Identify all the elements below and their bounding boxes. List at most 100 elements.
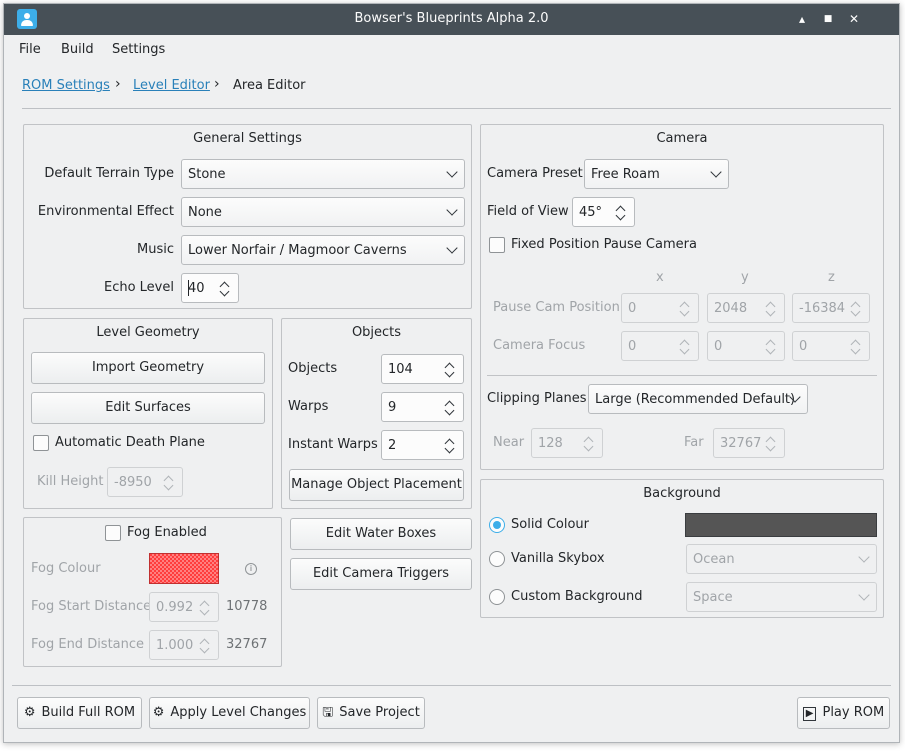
pause-cam-z-spinbox[interactable]: -16384	[792, 293, 870, 323]
custom-background-label: Custom Background	[511, 589, 643, 604]
custom-background-radio[interactable]	[489, 589, 505, 605]
far-spinbox[interactable]: 32767	[713, 428, 785, 458]
far-value: 32767	[720, 436, 762, 451]
warps-spinbox[interactable]: 9	[381, 392, 464, 422]
close-button[interactable]: ✕	[845, 10, 863, 28]
camera-focus-z-spinbox[interactable]: 0	[792, 331, 870, 361]
edit-surfaces-button[interactable]: Edit Surfaces	[31, 392, 265, 424]
environmental-effect-select[interactable]: None	[181, 197, 465, 227]
apply-level-changes-label: Apply Level Changes	[170, 705, 307, 720]
spin-down-icon[interactable]	[219, 286, 230, 297]
vanilla-skybox-select[interactable]: Ocean	[686, 544, 877, 574]
solid-colour-swatch[interactable]	[685, 513, 877, 537]
field-of-view-spinbox[interactable]: 45°	[572, 197, 635, 227]
breadcrumb: ROM Settings › Level Editor › Area Edito…	[4, 70, 899, 100]
general-settings-group: General Settings Default Terrain Type St…	[23, 124, 472, 309]
terrain-type-value: Stone	[188, 167, 226, 182]
objects-count-spinbox[interactable]: 104	[381, 354, 464, 384]
vanilla-skybox-label: Vanilla Skybox	[511, 551, 605, 566]
vanilla-skybox-radio[interactable]	[489, 551, 505, 567]
instant-warps-spinbox[interactable]: 2	[381, 430, 464, 460]
minimize-button[interactable]: ▴	[793, 10, 811, 28]
menu-settings[interactable]: Settings	[112, 42, 165, 57]
spin-down-icon[interactable]	[850, 306, 861, 317]
spin-down-icon[interactable]	[615, 210, 626, 221]
terrain-type-select[interactable]: Stone	[181, 159, 465, 189]
chevron-down-icon	[446, 166, 458, 178]
spin-down-icon[interactable]	[583, 441, 594, 452]
edit-camera-triggers-button[interactable]: Edit Camera Triggers	[290, 558, 472, 590]
spin-down-icon[interactable]	[765, 306, 776, 317]
spin-down-icon[interactable]	[850, 344, 861, 355]
music-select[interactable]: Lower Norfair / Magmoor Caverns	[181, 235, 465, 265]
breadcrumb-level-editor[interactable]: Level Editor	[133, 78, 210, 93]
breadcrumb-divider	[22, 108, 891, 109]
death-plane-label: Automatic Death Plane	[55, 435, 205, 450]
fog-start-spinbox[interactable]: 0.992	[149, 592, 219, 622]
kill-height-spinbox[interactable]: -8950	[107, 467, 183, 497]
column-header-y: y	[741, 270, 749, 285]
fog-end-label: Fog End Distance	[31, 637, 145, 652]
edit-water-boxes-button[interactable]: Edit Water Boxes	[290, 518, 472, 550]
app-window: Bowser's Blueprints Alpha 2.0 ▴ ■ ✕ File…	[3, 3, 900, 743]
pause-cam-x-spinbox[interactable]: 0	[621, 293, 699, 323]
breadcrumb-rom-settings[interactable]: ROM Settings	[22, 78, 110, 93]
column-header-z: z	[828, 270, 835, 285]
spin-down-icon[interactable]	[163, 480, 174, 491]
manage-object-placement-button[interactable]: Manage Object Placement	[289, 469, 464, 501]
fog-enabled-label: Fog Enabled	[127, 525, 207, 540]
warps-label: Warps	[288, 399, 329, 414]
near-spinbox[interactable]: 128	[531, 428, 603, 458]
menu-bar: File Build Settings	[4, 35, 899, 65]
fog-start-label: Fog Start Distance	[31, 599, 152, 614]
fog-group: Fog Enabled Fog Colour i Fog Start Dista…	[23, 517, 282, 667]
save-project-button[interactable]: 🖫 Save Project	[317, 697, 425, 729]
objects-title: Objects	[351, 325, 402, 340]
pause-cam-y-spinbox[interactable]: 2048	[707, 293, 785, 323]
clipping-planes-label: Clipping Planes	[487, 391, 587, 406]
spin-down-icon[interactable]	[444, 405, 455, 416]
solid-colour-label: Solid Colour	[511, 517, 589, 532]
kill-height-value: -8950	[114, 475, 152, 490]
chevron-down-icon	[710, 166, 722, 178]
camera-focus-x-spinbox[interactable]: 0	[621, 331, 699, 361]
gear-icon: ⚙	[152, 705, 165, 720]
death-plane-checkbox[interactable]	[33, 435, 49, 451]
pause-cam-x-value: 0	[628, 301, 637, 316]
play-icon: ▶	[802, 707, 817, 721]
field-of-view-value: 45°	[579, 205, 603, 220]
spin-down-icon[interactable]	[444, 443, 455, 454]
fog-end-spinbox[interactable]: 1.000	[149, 630, 219, 660]
fixed-pause-camera-checkbox[interactable]	[489, 237, 505, 253]
menu-file[interactable]: File	[19, 42, 41, 57]
spin-down-icon[interactable]	[679, 344, 690, 355]
solid-colour-radio[interactable]	[489, 517, 505, 533]
spin-down-icon[interactable]	[679, 306, 690, 317]
spin-down-icon[interactable]	[765, 344, 776, 355]
maximize-button[interactable]: ■	[819, 10, 837, 28]
camera-focus-y-value: 0	[714, 339, 723, 354]
clipping-planes-select[interactable]: Large (Recommended Default)	[588, 384, 808, 414]
chevron-down-icon	[858, 551, 870, 563]
import-geometry-button[interactable]: Import Geometry	[31, 352, 265, 384]
play-rom-button[interactable]: ▶ Play ROM	[797, 697, 890, 729]
column-header-x: x	[656, 270, 664, 285]
build-full-rom-button[interactable]: ⚙ Build Full ROM	[17, 697, 142, 729]
camera-preset-select[interactable]: Free Roam	[584, 159, 729, 189]
spin-down-icon[interactable]	[444, 367, 455, 378]
echo-level-spinbox[interactable]: 40	[181, 273, 239, 303]
camera-preset-value: Free Roam	[591, 167, 660, 182]
instant-warps-label: Instant Warps	[288, 437, 378, 452]
fog-enabled-checkbox[interactable]	[105, 525, 121, 541]
background-title: Background	[643, 486, 721, 501]
breadcrumb-area-editor: Area Editor	[233, 78, 306, 93]
spin-down-icon[interactable]	[199, 605, 210, 616]
camera-focus-y-spinbox[interactable]: 0	[707, 331, 785, 361]
spin-down-icon[interactable]	[765, 441, 776, 452]
apply-level-changes-button[interactable]: ⚙ Apply Level Changes	[149, 697, 310, 729]
fog-colour-swatch[interactable]	[149, 553, 219, 584]
fog-start-value: 0.992	[156, 600, 194, 615]
menu-build[interactable]: Build	[61, 42, 94, 57]
custom-background-select[interactable]: Space	[686, 582, 877, 612]
spin-down-icon[interactable]	[199, 643, 210, 654]
